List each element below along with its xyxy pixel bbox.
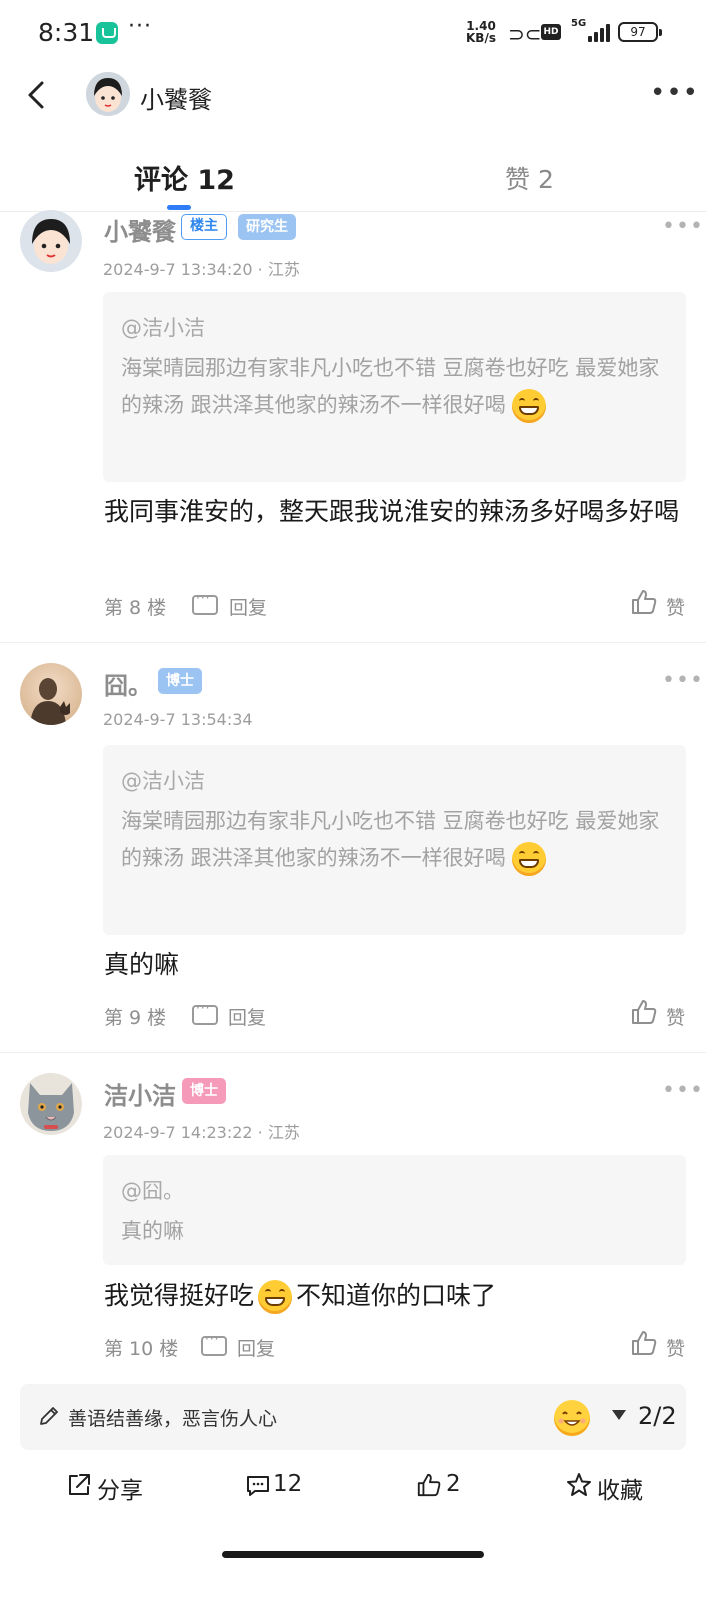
grin-emoji-icon <box>512 389 547 423</box>
comment-more-button[interactable]: ••• <box>662 1078 704 1103</box>
badge-grad: 研究生 <box>238 214 296 240</box>
thumb-up-icon[interactable] <box>416 1472 442 1502</box>
reply-button[interactable]: 回复 <box>228 1003 266 1030</box>
reply-icon[interactable] <box>192 591 218 615</box>
status-time: 8:31 <box>38 18 95 47</box>
floor-number: 第 9 楼 <box>104 1007 167 1029</box>
share-button[interactable]: 分享 <box>97 1471 143 1505</box>
comment-more-button[interactable]: ••• <box>662 214 704 239</box>
smile-emoji-icon <box>558 1411 586 1426</box>
grin-emoji-icon <box>258 1280 293 1314</box>
quote-box[interactable]: @洁小洁 海棠晴园那边有家非凡小吃也不错 豆腐卷也好吃 最爱她家的辣汤 跟洪泽其… <box>103 292 686 482</box>
avatar-illustration <box>20 1073 82 1135</box>
quote-user: @洁小洁 <box>121 316 205 340</box>
more-options-button[interactable]: ••• <box>650 78 699 108</box>
network-speed: 1.40 KB/s <box>466 20 496 44</box>
favorite-button[interactable]: 收藏 <box>597 1471 643 1505</box>
divider <box>0 642 706 643</box>
comment-avatar[interactable] <box>20 210 82 272</box>
comment-text: 我觉得挺好吃 不知道你的口味了 <box>104 1274 694 1318</box>
quote-box[interactable]: @囧。 真的嘛 <box>103 1155 686 1265</box>
header-avatar[interactable] <box>86 72 130 116</box>
reply-icon[interactable] <box>201 1332 227 1356</box>
comment-time: 2024-9-7 13:54:34 <box>103 710 253 729</box>
battery-icon: 97 <box>618 22 662 42</box>
comment-location: · 江苏 <box>257 260 300 279</box>
comment-avatar[interactable] <box>20 1073 82 1135</box>
app-notification-icon <box>96 22 118 44</box>
status-overflow: ··· <box>128 14 152 39</box>
network-speed-unit: KB/s <box>466 31 496 45</box>
comment-username[interactable]: 小饕餮 <box>104 212 176 247</box>
quote-user: @囧。 <box>121 1179 184 1203</box>
share-icon[interactable] <box>66 1472 92 1502</box>
comment-meta: 2024-9-7 14:23:22 · 江苏 <box>103 1119 300 1143</box>
home-indicator[interactable] <box>222 1551 484 1558</box>
back-button[interactable] <box>22 80 52 110</box>
status-bar: 8:31 ··· 1.40 KB/s ⊃⊂ HD 5G 97 <box>0 0 720 66</box>
link-icon: ⊃⊂ <box>508 22 542 46</box>
hd-icon: HD <box>541 24 561 40</box>
badge-owner: 楼主 <box>181 214 227 240</box>
like-button[interactable]: 赞 <box>666 1334 685 1361</box>
quote-text-content: 海棠晴园那边有家非凡小吃也不错 豆腐卷也好吃 最爱她家的辣汤 跟洪泽其他家的辣汤… <box>121 809 660 870</box>
comment-text-part1: 我觉得挺好吃 <box>104 1281 255 1310</box>
avatar-illustration <box>86 72 130 116</box>
comment-text: 真的嘛 <box>104 950 180 979</box>
badge-phd: 博士 <box>158 668 202 694</box>
like-button[interactable]: 赞 <box>666 593 685 620</box>
reply-button[interactable]: 回复 <box>237 1334 275 1361</box>
floor-number: 第 8 楼 <box>104 597 167 619</box>
quote-box[interactable]: @洁小洁 海棠晴园那边有家非凡小吃也不错 豆腐卷也好吃 最爱她家的辣汤 跟洪泽其… <box>103 745 686 935</box>
comment-avatar[interactable] <box>20 663 82 725</box>
quote-text: 真的嘛 <box>121 1219 184 1243</box>
chevron-left-icon <box>28 81 44 109</box>
thumb-up-icon[interactable] <box>630 998 658 1030</box>
comment-location: · 江苏 <box>257 1123 300 1142</box>
comment-meta: 2024-9-7 13:34:20 · 江苏 <box>103 256 300 280</box>
tab-comments[interactable]: 评论 12 <box>134 158 235 197</box>
comment-username[interactable]: 洁小洁 <box>104 1076 176 1111</box>
comment-text: 我同事淮安的，整天跟我说淮安的辣汤多好喝多好喝 <box>104 497 680 526</box>
active-tab-indicator <box>167 205 191 210</box>
reply-icon[interactable] <box>192 1001 218 1025</box>
avatar-illustration <box>20 663 82 725</box>
floor-number: 第 10 楼 <box>104 1338 179 1360</box>
grin-emoji-icon <box>512 842 547 876</box>
comment-icon[interactable] <box>245 1473 271 1503</box>
reply-button[interactable]: 回复 <box>229 593 267 620</box>
page-indicator[interactable]: 2/2 <box>638 1402 677 1430</box>
comment-text-part2: 不知道你的口味了 <box>296 1281 497 1310</box>
divider <box>0 1052 706 1053</box>
caret-down-icon[interactable] <box>612 1410 626 1420</box>
header-title[interactable]: 小饕餮 <box>140 80 212 115</box>
comment-count-button[interactable]: 12 <box>273 1471 302 1497</box>
comment-time: 2024-9-7 13:34:20 <box>103 260 253 279</box>
comment-username[interactable]: 囧。 <box>104 666 152 701</box>
avatar-illustration <box>20 210 82 272</box>
quote-text-content: 海棠晴园那边有家非凡小吃也不错 豆腐卷也好吃 最爱她家的辣汤 跟洪泽其他家的辣汤… <box>121 356 660 417</box>
quote-text: 海棠晴园那边有家非凡小吃也不错 豆腐卷也好吃 最爱她家的辣汤 跟洪泽其他家的辣汤… <box>121 350 669 424</box>
badge-phd: 博士 <box>182 1078 226 1104</box>
quote-text: 海棠晴园那边有家非凡小吃也不错 豆腐卷也好吃 最爱她家的辣汤 跟洪泽其他家的辣汤… <box>121 803 669 877</box>
pencil-icon <box>38 1405 60 1431</box>
comment-input-placeholder[interactable]: 善语结善缘，恶言伤人心 <box>68 1404 277 1431</box>
thumb-up-icon[interactable] <box>630 1329 658 1361</box>
star-icon[interactable] <box>566 1472 592 1502</box>
comment-meta: 2024-9-7 13:54:34 <box>103 710 253 729</box>
comment-more-button[interactable]: ••• <box>662 668 704 693</box>
emoji-picker-button[interactable] <box>554 1400 590 1436</box>
tab-likes[interactable]: 赞 2 <box>505 160 554 196</box>
like-count-button[interactable]: 2 <box>446 1471 461 1497</box>
like-button[interactable]: 赞 <box>666 1003 685 1030</box>
quote-user: @洁小洁 <box>121 769 205 793</box>
signal-icon <box>584 22 612 42</box>
thumb-up-icon[interactable] <box>630 588 658 620</box>
comment-time: 2024-9-7 14:23:22 <box>103 1123 253 1142</box>
